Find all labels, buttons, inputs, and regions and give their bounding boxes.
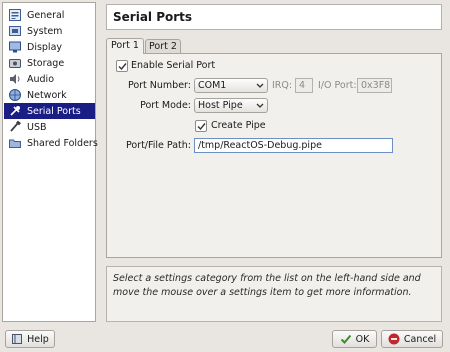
checkmark-icon xyxy=(118,63,127,71)
enable-serial-port-label: Enable Serial Port xyxy=(131,60,216,71)
system-icon xyxy=(8,24,22,38)
ok-button-label: OK xyxy=(355,333,370,345)
chevron-down-icon xyxy=(256,103,264,108)
display-icon xyxy=(8,40,22,54)
usb-icon xyxy=(8,120,22,134)
sidebar-item-label: USB xyxy=(27,121,47,133)
sidebar-item-storage[interactable]: Storage xyxy=(4,55,95,71)
sidebar-item-general[interactable]: General xyxy=(4,7,95,23)
sidebar-item-label: System xyxy=(27,25,63,37)
storage-icon xyxy=(8,56,22,70)
irq-label: IRQ: xyxy=(272,80,293,91)
io-port-label: I/O Port: xyxy=(318,80,357,91)
port-mode-label: Port Mode: xyxy=(140,100,191,111)
sidebar-item-label: General xyxy=(27,9,65,21)
page-title: Serial Ports xyxy=(106,4,442,30)
port-number-value: COM1 xyxy=(198,80,227,91)
chevron-down-icon xyxy=(256,83,264,88)
network-icon xyxy=(8,88,22,102)
sidebar-item-label: Display xyxy=(27,41,63,53)
tab-port-1[interactable]: Port 1 xyxy=(106,38,144,54)
sidebar-item-network[interactable]: Network xyxy=(4,87,95,103)
cancel-button-label: Cancel xyxy=(403,333,437,345)
create-pipe-checkbox[interactable] xyxy=(195,120,207,132)
general-icon xyxy=(8,8,22,22)
cancel-button[interactable]: Cancel xyxy=(381,330,443,348)
port-number-label: Port Number: xyxy=(127,80,191,91)
audio-icon xyxy=(8,72,22,86)
io-port-field[interactable]: 0x3F8 xyxy=(357,78,392,93)
help-info-text: Select a settings category from the list… xyxy=(106,266,442,322)
port-file-path-input[interactable] xyxy=(194,138,393,153)
help-button-label: Help xyxy=(27,333,49,345)
port-mode-select[interactable]: Host Pipe xyxy=(194,98,268,113)
tab-label: Port 1 xyxy=(111,40,139,51)
sidebar-item-serial-ports[interactable]: Serial Ports xyxy=(4,103,95,119)
sidebar-item-shared-folders[interactable]: Shared Folders xyxy=(4,135,98,151)
settings-category-list[interactable]: General System Display Storage Audio Net… xyxy=(2,2,98,322)
sidebar-item-usb[interactable]: USB xyxy=(4,119,95,135)
port-mode-value: Host Pipe xyxy=(198,100,243,111)
port-settings-panel: Enable Serial Port Port Number: COM1 IRQ… xyxy=(106,53,442,258)
cancel-icon xyxy=(388,333,400,345)
sidebar-item-label: Serial Ports xyxy=(27,105,81,117)
shared-folders-icon xyxy=(8,136,22,150)
irq-field[interactable]: 4 xyxy=(295,78,313,93)
tab-port-2[interactable]: Port 2 xyxy=(145,39,181,54)
sidebar-item-label: Shared Folders xyxy=(27,137,98,149)
port-file-path-label: Port/File Path: xyxy=(125,140,191,151)
sidebar-item-label: Network xyxy=(27,89,67,101)
sidebar-item-system[interactable]: System xyxy=(4,23,95,39)
ok-button[interactable]: OK xyxy=(332,330,377,348)
sidebar-item-label: Storage xyxy=(27,57,65,69)
create-pipe-label: Create Pipe xyxy=(211,120,266,131)
help-button[interactable]: Help xyxy=(5,330,55,348)
tab-label: Port 2 xyxy=(149,41,177,52)
sidebar-item-label: Audio xyxy=(27,73,55,85)
checkmark-icon xyxy=(197,123,206,131)
help-book-icon xyxy=(12,334,23,344)
ok-check-icon xyxy=(340,334,351,344)
port-number-select[interactable]: COM1 xyxy=(194,78,268,93)
sidebar-item-display[interactable]: Display xyxy=(4,39,95,55)
enable-serial-port-checkbox[interactable] xyxy=(116,60,128,72)
sidebar-item-audio[interactable]: Audio xyxy=(4,71,95,87)
serial-ports-icon xyxy=(8,104,22,118)
